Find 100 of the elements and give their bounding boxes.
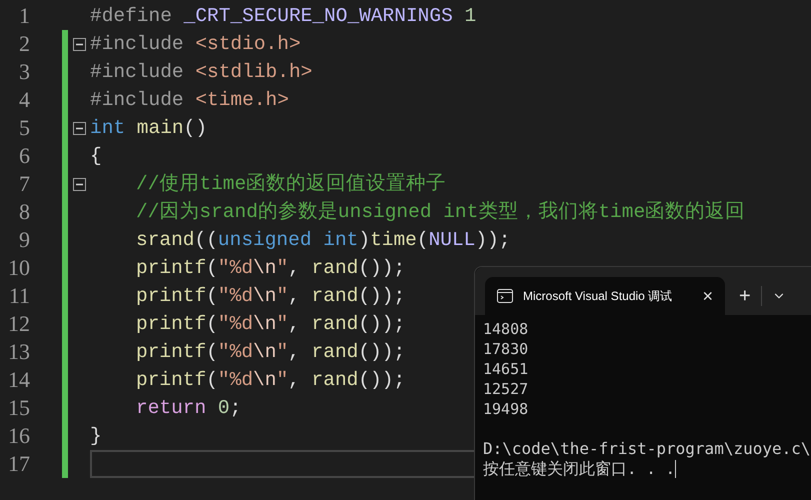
output-line: 14651 bbox=[483, 359, 530, 379]
code-token: 0 bbox=[216, 396, 230, 421]
code-token: , bbox=[288, 340, 301, 365]
output-line: 12527 bbox=[483, 379, 530, 399]
collapse-icon[interactable] bbox=[72, 38, 86, 50]
code-token: , bbox=[288, 284, 301, 309]
code-token: //使用time函数的返回值设置种子 bbox=[136, 172, 446, 197]
code-token: return bbox=[136, 396, 206, 421]
code-token: 1 bbox=[463, 4, 476, 29]
code-token: () bbox=[184, 116, 208, 141]
code-token: \n bbox=[253, 284, 276, 309]
text-cursor bbox=[675, 460, 676, 478]
code-token: ()); bbox=[358, 256, 406, 281]
code-token: ( bbox=[416, 228, 429, 253]
code-token: #define bbox=[90, 4, 173, 29]
code-token: } bbox=[90, 424, 102, 449]
code-token: ( bbox=[206, 256, 218, 281]
code-token: rand bbox=[312, 284, 358, 309]
line-number: 15 bbox=[7, 394, 30, 422]
line-number: 6 bbox=[18, 142, 30, 170]
output-line: 按任意键关闭此窗口. . . bbox=[483, 459, 676, 479]
code-token: "%d bbox=[218, 368, 254, 393]
code-token: ()); bbox=[358, 340, 406, 365]
code-token: " bbox=[276, 284, 288, 309]
code-token: , bbox=[288, 368, 301, 393]
code-token: "%d bbox=[218, 256, 254, 281]
code-token: int bbox=[90, 116, 126, 141]
line-number: 16 bbox=[7, 422, 30, 450]
code-token: { bbox=[90, 144, 102, 169]
code-token: #include bbox=[90, 60, 185, 85]
line-number: 14 bbox=[7, 366, 30, 394]
line-number: 10 bbox=[7, 254, 30, 282]
collapse-icon[interactable] bbox=[72, 122, 86, 134]
code-token: printf bbox=[136, 368, 206, 393]
code-token: " bbox=[276, 312, 288, 337]
code-token: rand bbox=[312, 312, 358, 337]
code-token: printf bbox=[136, 284, 206, 309]
output-line: 17830 bbox=[483, 339, 530, 359]
code-token: rand bbox=[312, 340, 358, 365]
code-token: "%d bbox=[218, 340, 254, 365]
code-token: " bbox=[276, 340, 288, 365]
code-token: \n bbox=[253, 368, 276, 393]
collapse-icon[interactable] bbox=[72, 178, 86, 190]
code-token: main bbox=[136, 116, 184, 141]
code-token: printf bbox=[136, 312, 206, 337]
code-token: ( bbox=[206, 340, 218, 365]
code-token: NULL bbox=[428, 228, 476, 253]
code-token: "%d bbox=[218, 284, 254, 309]
line-number: 17 bbox=[7, 450, 30, 478]
output-line: 14808 bbox=[483, 319, 530, 339]
line-number: 2 bbox=[18, 30, 30, 58]
code-token: unsigned int bbox=[218, 228, 358, 253]
terminal-tab[interactable]: Microsoft Visual Studio 调试 × bbox=[485, 277, 725, 315]
output-line: D:\code\the-frist-program\zuoye.c\ bbox=[483, 439, 811, 459]
code-token: "%d bbox=[218, 312, 254, 337]
close-tab-button[interactable]: × bbox=[702, 282, 713, 310]
line-number: 8 bbox=[18, 198, 30, 226]
code-token: ()); bbox=[358, 284, 406, 309]
code-token: rand bbox=[312, 256, 358, 281]
new-tab-button[interactable]: + bbox=[739, 281, 751, 311]
line-number: 9 bbox=[18, 226, 30, 254]
code-token: #include bbox=[90, 88, 185, 113]
code-token: <stdio.h> bbox=[195, 32, 301, 57]
code-token: srand bbox=[136, 228, 195, 253]
line-number: 12 bbox=[7, 310, 30, 338]
code-token: <time.h> bbox=[195, 88, 289, 113]
code-token: ( bbox=[206, 284, 218, 309]
code-token: ( bbox=[206, 312, 218, 337]
code-token: ()); bbox=[358, 312, 406, 337]
code-token: ( bbox=[206, 368, 218, 393]
console-icon bbox=[497, 289, 513, 303]
code-token: rand bbox=[312, 368, 358, 393]
code-token: _CRT_SECURE_NO_WARNINGS bbox=[184, 4, 453, 29]
code-token: \n bbox=[253, 340, 276, 365]
code-token: //因为srand的参数是unsigned int类型，我们将time函数的返回 bbox=[136, 200, 746, 225]
code-token: , bbox=[288, 256, 301, 281]
code-token: time bbox=[370, 228, 417, 253]
code-token: ) bbox=[358, 228, 370, 253]
code-token: " bbox=[276, 368, 288, 393]
code-token: printf bbox=[136, 256, 206, 281]
code-token: \n bbox=[253, 312, 276, 337]
code-token: <stdlib.h> bbox=[195, 60, 312, 85]
code-token: #include bbox=[90, 32, 185, 57]
line-number: 1 bbox=[18, 2, 30, 30]
tab-title: Microsoft Visual Studio 调试 bbox=[523, 288, 672, 305]
code-token: printf bbox=[136, 340, 206, 365]
code-token: ; bbox=[230, 396, 242, 421]
line-number: 11 bbox=[8, 282, 30, 310]
code-token: " bbox=[276, 256, 288, 281]
code-token: )); bbox=[475, 228, 510, 253]
code-token: (( bbox=[194, 228, 218, 253]
line-number: 4 bbox=[18, 86, 30, 114]
line-number: 7 bbox=[18, 170, 30, 198]
line-number: 5 bbox=[18, 114, 30, 142]
line-number: 3 bbox=[18, 58, 30, 86]
code-token: \n bbox=[253, 256, 276, 281]
line-number: 13 bbox=[7, 338, 30, 366]
code-token: ()); bbox=[358, 368, 406, 393]
code-token: , bbox=[288, 312, 301, 337]
output-line: 19498 bbox=[483, 399, 530, 419]
